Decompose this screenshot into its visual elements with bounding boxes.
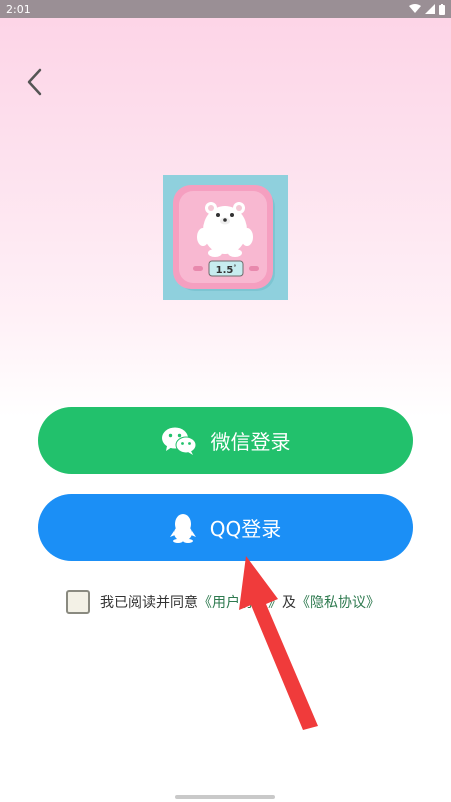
app-logo: 1.5° <box>163 175 288 300</box>
back-button[interactable] <box>18 64 50 100</box>
polar-bear-scale-icon: 1.5° <box>173 185 275 291</box>
status-icons <box>409 3 445 15</box>
wechat-login-label: 微信登录 <box>210 430 291 454</box>
wechat-login-button[interactable]: 微信登录 <box>38 407 413 474</box>
signal-icon <box>425 4 435 14</box>
scale-reading: 1.5° <box>216 264 237 276</box>
agreement-checkbox[interactable] <box>66 590 90 614</box>
user-agreement-link[interactable]: 《用户协议》 <box>198 592 282 612</box>
agreement-and-text: 及 <box>282 595 296 611</box>
wifi-icon <box>409 4 421 13</box>
wechat-icon <box>161 426 197 456</box>
qq-login-label: QQ登录 <box>209 517 282 541</box>
chevron-left-icon <box>27 68 42 96</box>
qq-penguin-icon <box>169 513 196 543</box>
home-indicator[interactable] <box>175 795 275 799</box>
status-time: 2:01 <box>6 2 31 16</box>
agreement-text: 我已阅读并同意 <box>100 595 198 611</box>
privacy-policy-link[interactable]: 《隐私协议》 <box>296 592 380 612</box>
agreement-row: 我已阅读并同意 《用户协议》 及 《隐私协议》 <box>66 590 380 614</box>
status-bar: 2:01 <box>0 0 451 18</box>
qq-login-button[interactable]: QQ登录 <box>38 494 413 561</box>
battery-icon <box>439 3 445 15</box>
red-arrow-annotation <box>239 556 318 730</box>
